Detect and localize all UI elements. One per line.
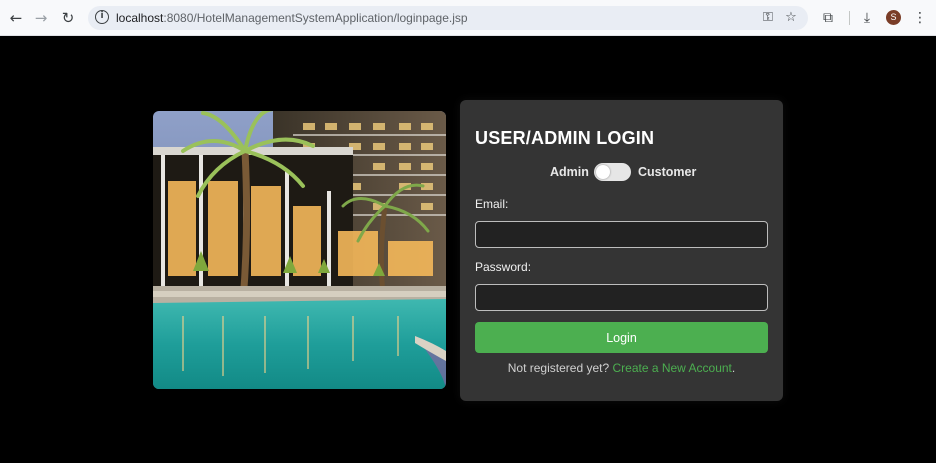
download-icon[interactable]: ⤓ [858,9,876,27]
email-label: Email: [475,197,509,211]
email-field[interactable] [475,221,768,248]
signup-suffix: . [731,361,736,375]
forward-arrow-icon[interactable]: → [31,8,51,28]
login-title: USER/ADMIN LOGIN [475,128,655,148]
create-account-link[interactable]: Create a New Account [612,361,731,375]
hotel-pool-illustration [153,111,446,389]
extensions-puzzle-icon[interactable]: ⧉ [819,9,837,27]
signup-prompt-text: Not registered yet? [507,361,610,375]
reload-icon[interactable]: ↻ [58,8,78,28]
role-toggle-switch[interactable] [594,163,631,181]
role-toggle-row: Admin Customer [460,162,783,184]
customer-label: Customer [638,165,697,179]
url-text[interactable]: localhost:8080/HotelManagementSystemAppl… [116,11,468,25]
login-panel: USER/ADMIN LOGIN Admin Customer Email: P… [460,100,783,401]
hotel-pool-image [153,111,446,389]
toolbar-divider [849,11,850,25]
login-button[interactable]: Login [475,322,768,353]
signup-prompt-row: Not registered yet? Create a New Account… [460,361,783,375]
menu-kebab-icon[interactable]: ⋮ [911,9,929,27]
back-arrow-icon[interactable]: ← [6,8,26,28]
profile-avatar[interactable]: S [886,10,901,25]
password-label: Password: [475,260,532,274]
password-key-icon[interactable]: ⚿ [759,9,777,27]
bookmark-star-icon[interactable]: ☆ [782,9,800,27]
password-field[interactable] [475,284,768,311]
admin-label: Admin [550,165,589,179]
site-info-icon[interactable]: i [95,10,109,24]
browser-toolbar: ← → ↻ i localhost:8080/HotelManagementSy… [0,0,936,36]
address-bar[interactable]: i localhost:8080/HotelManagementSystemAp… [88,6,808,30]
page-content: USER/ADMIN LOGIN Admin Customer Email: P… [0,36,936,463]
toggle-knob[interactable] [596,165,610,179]
